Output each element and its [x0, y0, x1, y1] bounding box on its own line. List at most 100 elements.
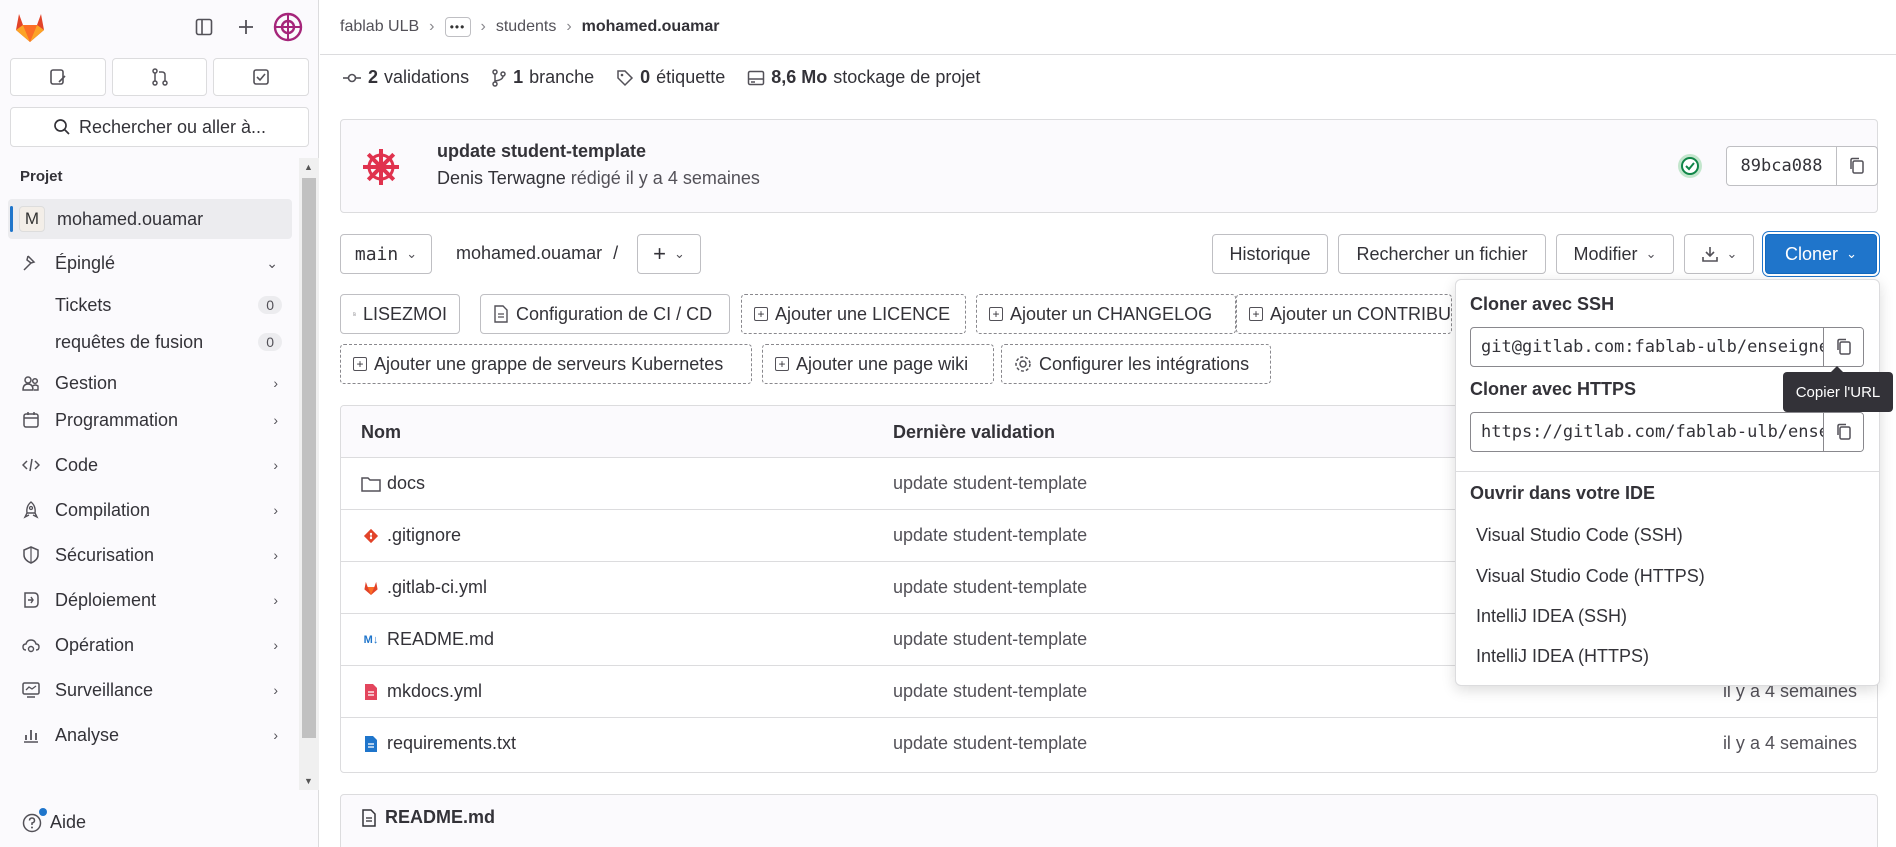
add-to-tree-button[interactable]: + ⌄	[637, 234, 701, 274]
tags-stat[interactable]: 0 étiquette	[616, 67, 725, 88]
file-name-link[interactable]: docs	[361, 473, 425, 494]
add-contributing-shortcut[interactable]: + Ajouter un CONTRIBUTING	[1236, 294, 1452, 334]
plus-square-icon: +	[1249, 307, 1263, 321]
search-label: Rechercher ou aller à...	[78, 116, 267, 137]
sidebar-item-label: Sécurisation	[55, 544, 155, 565]
pipeline-success-icon[interactable]	[1677, 153, 1703, 179]
sidebar-item-operation[interactable]: Opération ›	[8, 625, 292, 665]
sidebar-toggle-icon[interactable]	[188, 12, 220, 42]
column-header-name: Nom	[361, 422, 401, 442]
add-changelog-shortcut[interactable]: + Ajouter un CHANGELOG	[976, 294, 1236, 334]
breadcrumb-link[interactable]: fablab ULB	[340, 18, 419, 36]
https-url-input[interactable]: https://gitlab.com/fablab-ulb/enseigneme…	[1471, 413, 1823, 451]
readme-filename: README.md	[385, 807, 496, 827]
sidebar-item-tickets[interactable]: Tickets 0	[8, 285, 292, 325]
branch-selector[interactable]: main ⌄	[340, 234, 432, 274]
edit-dropdown-button[interactable]: Modifier ⌄	[1556, 234, 1674, 274]
history-button[interactable]: Historique	[1212, 234, 1328, 274]
commit-message-link[interactable]: update student-template	[893, 629, 1087, 650]
user-avatar-icon[interactable]	[272, 12, 304, 42]
help-icon	[22, 807, 47, 833]
commit-message-link[interactable]: update student-template	[893, 733, 1087, 754]
open-vscode-https-item[interactable]: Visual Studio Code (HTTPS)	[1476, 566, 1705, 587]
breadcrumb-current[interactable]: mohamed.ouamar	[582, 18, 720, 36]
create-new-icon[interactable]	[230, 12, 262, 42]
file-name-link[interactable]: .gitlab-ci.yml	[361, 577, 487, 598]
breadcrumb-link[interactable]: students	[496, 18, 556, 36]
commit-message-link[interactable]: update student-template	[893, 577, 1087, 598]
merge-requests-tab-icon[interactable]	[111, 58, 208, 96]
ssh-url-input[interactable]: git@gitlab.com:fablab-ulb/enseignements	[1471, 328, 1823, 366]
last-commit-panel: update student-template Denis Terwagne r…	[340, 119, 1878, 213]
shortcut-label: LISEZMOI	[362, 303, 447, 324]
configure-integrations-shortcut[interactable]: Configurer les intégrations	[1001, 344, 1271, 384]
breadcrumb-more-button[interactable]: •••	[444, 17, 471, 37]
sidebar-item-gestion[interactable]: Gestion ›	[8, 363, 292, 403]
copy-https-url-icon[interactable]	[1823, 413, 1863, 451]
sidebar-quick-tabs	[10, 58, 310, 96]
clone-button[interactable]: Cloner ⌄	[1765, 234, 1877, 274]
file-icon	[362, 808, 376, 827]
add-kubernetes-shortcut[interactable]: + Ajouter une grappe de serveurs Kuberne…	[340, 344, 752, 384]
commit-meta: Denis Terwagne rédigé il y a 4 semaines	[437, 168, 760, 189]
gitlab-logo-icon[interactable]	[12, 10, 48, 44]
chevron-right-icon: ›	[273, 375, 278, 391]
repo-path-link[interactable]: mohamed.ouamar /	[456, 243, 618, 264]
sidebar-item-analyse[interactable]: Analyse ›	[8, 715, 292, 755]
table-row[interactable]: requirements.txt update student-template…	[341, 718, 1877, 770]
text-file-icon	[361, 735, 381, 753]
copy-ssh-url-icon[interactable]	[1823, 328, 1863, 366]
scroll-up-icon[interactable]: ▲	[304, 162, 313, 172]
commit-sha-link[interactable]: 89bca088	[1727, 147, 1837, 185]
commit-author-link[interactable]: Denis Terwagne	[437, 168, 566, 188]
branches-stat[interactable]: 1 branche	[491, 67, 594, 88]
commits-stat[interactable]: 2 validations	[342, 67, 469, 88]
storage-stat[interactable]: 8,6 Mo stockage de projet	[747, 67, 980, 88]
todo-tab-icon[interactable]	[213, 58, 310, 96]
ci-cd-config-shortcut[interactable]: Configuration de CI / CD	[480, 294, 730, 334]
sidebar-item-label: Surveillance	[55, 679, 154, 700]
sidebar-item-code[interactable]: Code ›	[8, 445, 292, 485]
file-name: docs	[387, 473, 426, 493]
add-license-shortcut[interactable]: + Ajouter une LICENCE	[741, 294, 966, 334]
notification-dot	[39, 807, 47, 816]
sidebar-item-label: Analyse	[55, 724, 120, 745]
open-intellij-ssh-item[interactable]: IntelliJ IDEA (SSH)	[1476, 606, 1627, 627]
sidebar-item-deploiement[interactable]: Déploiement ›	[8, 580, 292, 620]
sidebar-item-programmation[interactable]: Programmation ›	[8, 400, 292, 440]
commit-message-link[interactable]: update student-template	[893, 473, 1087, 494]
readme-shortcut[interactable]: LISEZMOI	[340, 294, 460, 334]
commit-message-link[interactable]: update student-template	[893, 525, 1087, 546]
find-file-label: Rechercher un fichier	[1356, 243, 1528, 264]
sidebar-project-item[interactable]: M mohamed.ouamar	[8, 199, 292, 239]
add-wiki-shortcut[interactable]: + Ajouter une page wiki	[762, 344, 994, 384]
file-name-link[interactable]: requirements.txt	[361, 733, 516, 754]
file-name-link[interactable]: M↓ README.md	[361, 629, 494, 650]
scroll-down-icon[interactable]: ▼	[304, 776, 313, 786]
open-vscode-ssh-item[interactable]: Visual Studio Code (SSH)	[1476, 525, 1683, 546]
file-name-link[interactable]: mkdocs.yml	[361, 681, 482, 702]
sidebar-scrollbar[interactable]: ▲ ▼	[299, 158, 319, 790]
sidebar-item-surveillance[interactable]: Surveillance ›	[8, 670, 292, 710]
commit-title-link[interactable]: update student-template	[437, 141, 646, 162]
commit-message-link[interactable]: update student-template	[893, 681, 1087, 702]
copy-sha-icon[interactable]	[1837, 147, 1877, 185]
find-file-button[interactable]: Rechercher un fichier	[1338, 234, 1546, 274]
sidebar-item-merge-requests[interactable]: requêtes de fusion 0	[8, 322, 292, 362]
storage-label: stockage de projet	[833, 67, 981, 87]
file-name: requirements.txt	[387, 733, 517, 753]
sidebar-item-securisation[interactable]: Sécurisation ›	[8, 535, 292, 575]
help-button[interactable]: Aide	[22, 807, 86, 833]
sidebar-item-compilation[interactable]: Compilation ›	[8, 490, 292, 530]
sidebar-item-pinned[interactable]: Épinglé ⌄	[8, 243, 292, 283]
issues-tab-icon[interactable]	[10, 58, 106, 96]
shortcut-label: Ajouter une page wiki	[796, 353, 969, 374]
open-intellij-https-item[interactable]: IntelliJ IDEA (HTTPS)	[1476, 646, 1649, 667]
download-dropdown-button[interactable]: ⌄	[1684, 234, 1754, 274]
file-name-link[interactable]: .gitignore	[361, 525, 461, 546]
search-button[interactable]: Rechercher ou aller à...	[10, 107, 309, 147]
file-name: .gitlab-ci.yml	[387, 577, 488, 597]
author-avatar[interactable]	[361, 147, 401, 187]
scrollbar-thumb[interactable]	[302, 178, 316, 738]
file-name: mkdocs.yml	[387, 681, 483, 701]
